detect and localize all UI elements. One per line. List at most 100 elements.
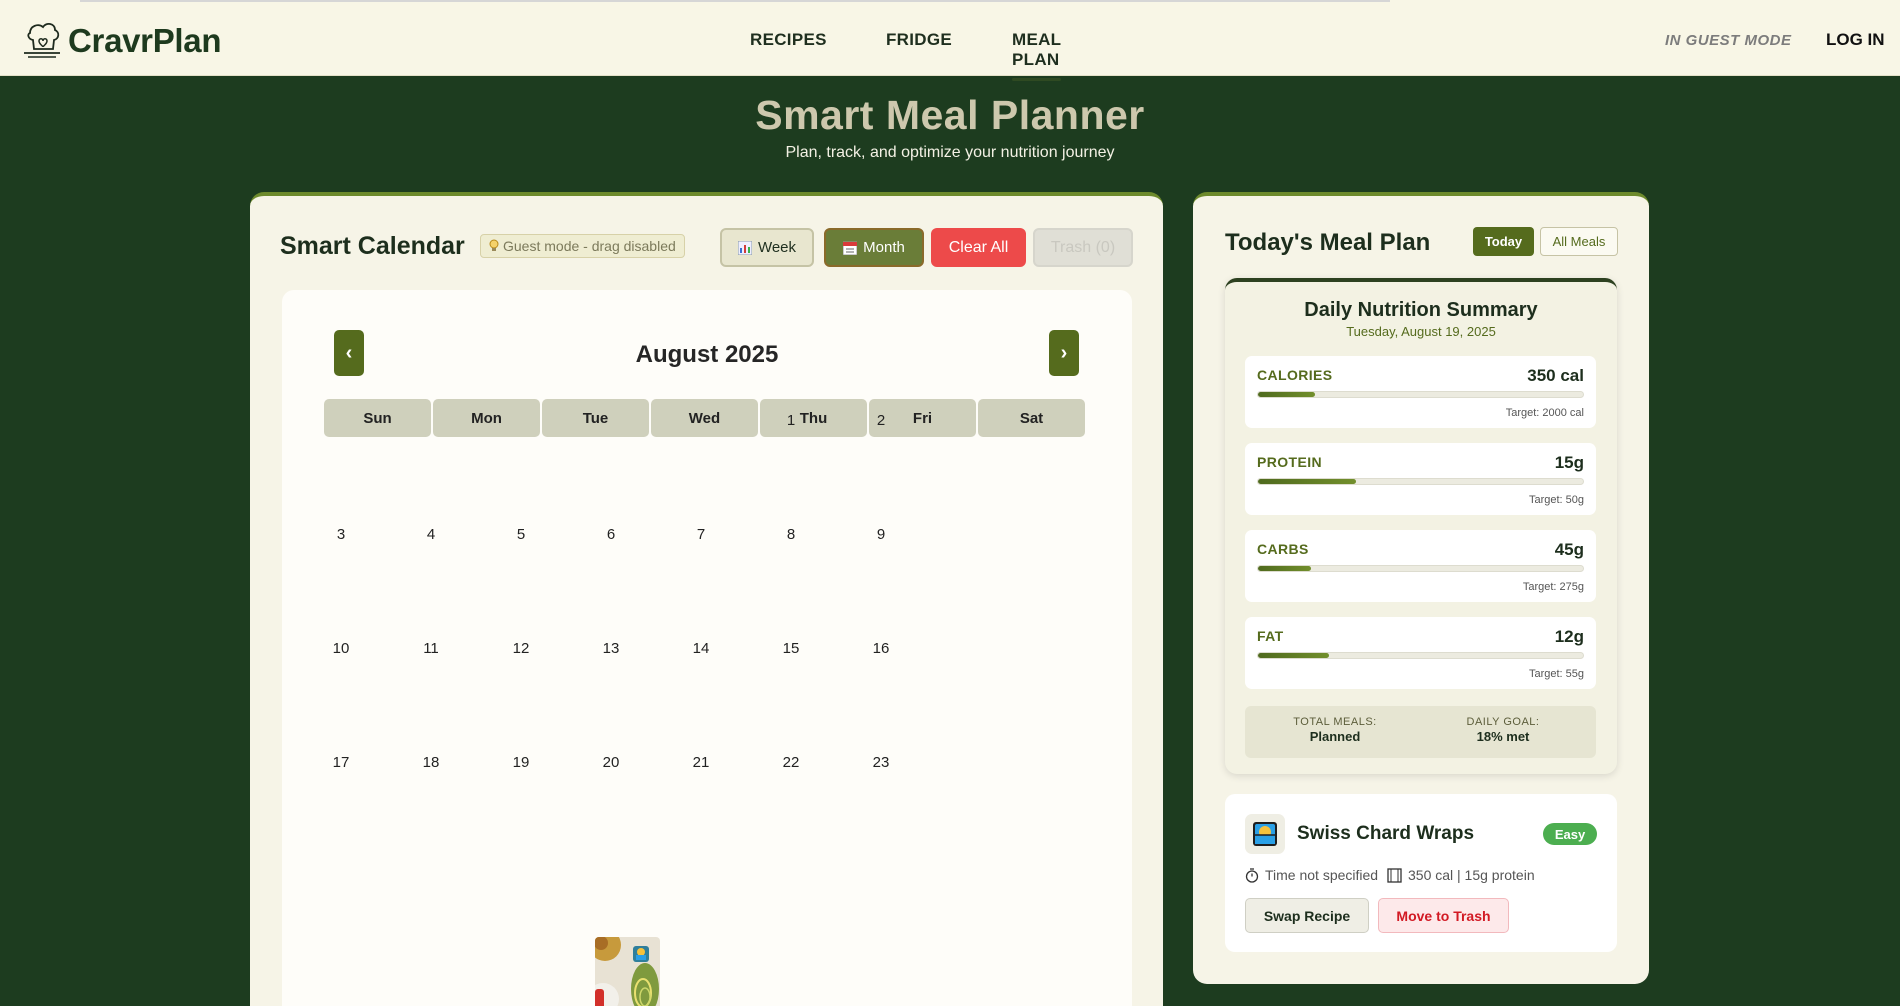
macro-progress-fill — [1258, 479, 1356, 484]
film-strip-icon — [1387, 867, 1402, 883]
macro-progress-bar — [1257, 565, 1584, 572]
week-view-label: Week — [757, 239, 797, 256]
month-view-button[interactable]: Month — [824, 228, 924, 267]
calendar-day-number: 4 — [426, 526, 436, 543]
weekday-header: Wed — [651, 399, 758, 437]
calendar-day-number: 6 — [606, 526, 616, 543]
nav-meal-plan[interactable]: MEAL PLAN — [1012, 30, 1062, 81]
calendar-title: Smart Calendar — [280, 232, 465, 260]
chef-hat-heart-icon — [24, 23, 60, 58]
bar-chart-icon — [737, 240, 752, 255]
recipe-time-text: Time not specified — [1265, 867, 1379, 883]
macro-protein: PROTEIN 15g Target: 50g — [1245, 443, 1596, 515]
calendar-day-number: 15 — [782, 640, 800, 657]
recipe-name[interactable]: Swiss Chard Wraps — [1297, 823, 1474, 845]
macro-value: 350 cal — [1527, 366, 1584, 385]
calendar-day-number: 14 — [692, 640, 710, 657]
macro-value: 15g — [1554, 453, 1584, 472]
guest-chip-text: Guest mode - drag disabled — [503, 238, 676, 254]
guest-mode-chip: Guest mode - drag disabled — [480, 234, 685, 258]
calendar-day-number: 10 — [332, 640, 350, 657]
weekday-header: Sat — [978, 399, 1085, 437]
macro-target: Target: 55g — [1528, 668, 1584, 680]
macro-label: CARBS — [1257, 541, 1309, 557]
calendar-day-number: 11 — [423, 640, 439, 657]
macro-fat: FAT 12g Target: 55g — [1245, 617, 1596, 689]
calendar-day-cell[interactable]: 23 — [866, 754, 973, 890]
calendar-day-number: 1 — [786, 412, 796, 429]
difficulty-badge: Easy — [1543, 823, 1597, 845]
weekday-header: Mon — [433, 399, 540, 437]
calendar-day-number: 12 — [512, 640, 530, 657]
page-title: Smart Meal Planner — [755, 92, 1145, 138]
macro-progress-bar — [1257, 391, 1584, 398]
meal-plan-title: Today's Meal Plan — [1225, 229, 1431, 256]
recipe-avatar-icon — [1245, 814, 1285, 854]
daily-goal-stat: DAILY GOAL: 18% met — [1428, 716, 1578, 744]
brand-logo[interactable]: CravrPlan — [20, 19, 222, 63]
macro-progress-bar — [1257, 652, 1584, 659]
nav-recipes[interactable]: RECIPES — [750, 30, 827, 50]
nutrition-summary-date: Tuesday, August 19, 2025 — [1346, 324, 1496, 339]
macro-target: Target: 50g — [1528, 494, 1584, 506]
macro-target: Target: 275g — [1522, 581, 1584, 593]
macro-progress-bar — [1257, 478, 1584, 485]
recipe-card[interactable]: Swiss Chard Wraps Easy Time not specifie… — [1225, 794, 1617, 952]
tab-all-meals[interactable]: All Meals — [1540, 227, 1618, 256]
top-navbar: CravrPlan RECIPES FRIDGE MEAL PLAN IN GU… — [0, 0, 1900, 81]
calendar-day-number: 2 — [876, 412, 886, 429]
swap-recipe-button[interactable]: Swap Recipe — [1245, 898, 1369, 933]
browser-edge-line — [80, 0, 1390, 2]
macro-value: 45g — [1554, 540, 1584, 559]
macro-progress-fill — [1258, 392, 1315, 397]
trash-button[interactable]: Trash (0) — [1033, 228, 1133, 267]
calendar-day-number: 5 — [516, 526, 526, 543]
recipe-time: Time not specified — [1245, 867, 1378, 883]
macro-value: 12g — [1554, 627, 1584, 646]
nav-fridge[interactable]: FRIDGE — [886, 30, 952, 50]
macro-label: PROTEIN — [1257, 454, 1323, 470]
clear-all-button[interactable]: Clear All — [931, 228, 1026, 267]
meal-thumbnail[interactable] — [595, 937, 660, 1006]
calendar-day-number: 9 — [876, 526, 886, 543]
calendar-day-number: 8 — [786, 526, 796, 543]
weekday-header: Sun — [324, 399, 431, 437]
calendar-day-number: 23 — [872, 754, 890, 771]
total-meals-value: Planned — [1309, 729, 1361, 744]
macro-progress-fill — [1258, 653, 1329, 658]
meal-plan-panel: Today's Meal Plan Today All Meals Daily … — [1193, 192, 1649, 984]
stopwatch-icon — [1245, 867, 1259, 883]
calendar-day-number: 3 — [336, 526, 346, 543]
tab-today[interactable]: Today — [1473, 227, 1534, 256]
nutrition-summary-card: Daily Nutrition Summary Tuesday, August … — [1225, 278, 1617, 774]
macro-progress-fill — [1258, 566, 1312, 571]
move-to-trash-button[interactable]: Move to Trash — [1378, 898, 1509, 933]
week-view-button[interactable]: Week — [720, 228, 814, 267]
calendar-day-number: 19 — [512, 754, 530, 771]
calendar-day-number: 17 — [332, 754, 350, 771]
recipe-nutrition-text: 350 cal | 15g protein — [1408, 867, 1535, 883]
calendar-month-label: August 2025 — [635, 341, 779, 368]
next-month-button[interactable]: › — [1049, 330, 1079, 376]
page-subtitle: Plan, track, and optimize your nutrition… — [785, 144, 1115, 161]
macro-calories: CALORIES 350 cal Target: 2000 cal — [1245, 356, 1596, 428]
total-meals-stat: TOTAL MEALS: Planned — [1260, 716, 1410, 744]
daily-goal-value: 18% met — [1476, 729, 1530, 744]
macro-label: CALORIES — [1257, 367, 1333, 383]
macro-carbs: CARBS 45g Target: 275g — [1245, 530, 1596, 602]
calendar-panel: Smart Calendar Guest mode - drag disable… — [250, 192, 1163, 1006]
total-meals-label: TOTAL MEALS: — [1293, 716, 1377, 728]
food-photo-icon — [595, 937, 660, 1006]
macro-label: FAT — [1257, 628, 1284, 644]
daily-summary-box: TOTAL MEALS: Planned DAILY GOAL: 18% met — [1245, 706, 1596, 758]
weekday-header: Tue — [542, 399, 649, 437]
calendar-day-number: 20 — [602, 754, 620, 771]
guest-mode-label: IN GUEST MODE — [1665, 32, 1792, 49]
macro-target: Target: 2000 cal — [1505, 407, 1584, 419]
login-link[interactable]: LOG IN — [1826, 30, 1885, 50]
nutrition-summary-title: Daily Nutrition Summary — [1304, 299, 1538, 321]
calendar-day-number: 7 — [696, 526, 706, 543]
recipe-nutrition: 350 cal | 15g protein — [1387, 867, 1535, 883]
calendar-day-number: 21 — [692, 754, 710, 771]
calendar-day-number: 22 — [782, 754, 800, 771]
